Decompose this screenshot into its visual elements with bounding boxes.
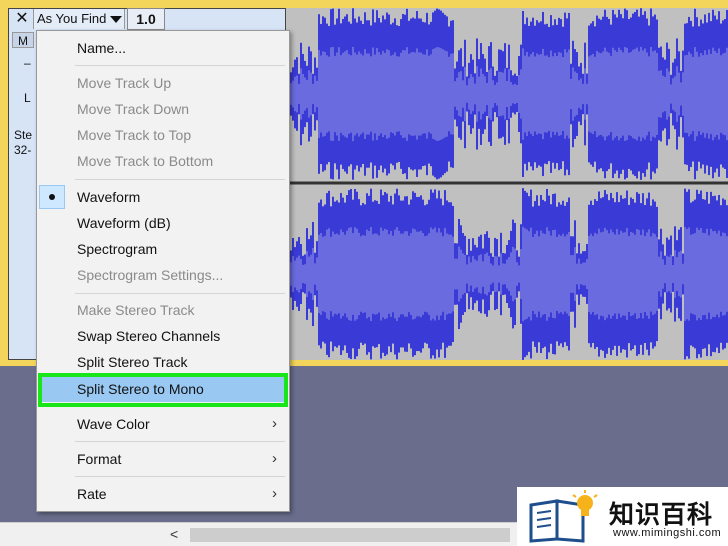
menu-separator [75,65,285,66]
pan-slider[interactable]: L [24,91,31,105]
menu-item-label: Make Stereo Track [77,302,195,318]
track-close-button[interactable]: ✕ [12,9,32,29]
watermark-url: www.mimingshi.com [613,527,722,539]
menu-item-label: Swap Stereo Channels [77,328,221,344]
menu-item-label: Rate [77,486,107,502]
menu-item-spectrogram[interactable]: Spectrogram [37,236,289,262]
menu-item-label: Spectrogram [77,241,158,257]
scrollbar-thumb[interactable] [190,528,510,542]
menu-item-label: Waveform [77,189,141,205]
menu-item-label: Name... [77,40,127,56]
menu-item-spectrogram-settings: Spectrogram Settings... [37,262,289,288]
menu-item-move-track-up: Move Track Up [37,70,289,96]
menu-item-move-track-down: Move Track Down [37,96,289,122]
menu-item-waveform-db[interactable]: Waveform (dB) [37,210,289,236]
menu-separator [75,441,285,442]
menu-item-make-stereo-track: Make Stereo Track [37,297,289,323]
menu-item-wave-color[interactable]: Wave Color › [37,411,289,437]
menu-separator [75,293,285,294]
watermark: 知识百科 www.mimingshi.com [517,487,728,546]
menu-separator [75,179,285,180]
zoom-value: 1.0 [127,8,165,30]
submenu-arrow-icon: › [272,415,277,432]
menu-item-label: Spectrogram Settings... [77,267,224,283]
scroll-left-icon[interactable]: < [170,526,178,542]
menu-item-format[interactable]: Format › [37,446,289,472]
menu-separator [75,406,285,407]
menu-item-rate[interactable]: Rate › [37,481,289,507]
menu-item-swap-stereo-channels[interactable]: Swap Stereo Channels [37,323,289,349]
menu-item-move-track-to-top: Move Track to Top [37,122,289,148]
submenu-arrow-icon: › [272,450,277,467]
waveform-display[interactable] [286,8,728,360]
submenu-arrow-icon: › [272,485,277,502]
track-context-menu: Name... Move Track Up Move Track Down Mo… [36,30,290,512]
gain-slider[interactable]: – [24,56,31,70]
track-name-label: As You Find [37,11,107,26]
menu-item-label: Move Track Up [77,75,172,91]
menu-item-label: Split Stereo Track [77,354,188,370]
mute-button[interactable]: M [12,32,34,48]
track-name-menu-button[interactable]: As You Find [33,9,125,29]
dropdown-arrow-icon [110,16,122,23]
menu-item-label: Move Track to Top [77,127,192,143]
menu-item-label: Move Track Down [77,101,190,117]
menu-item-waveform[interactable]: Waveform [37,184,289,210]
radio-selected-icon [39,185,65,209]
track-info-format: Ste [14,128,33,142]
track-info-bitdepth: 32- [14,143,32,157]
menu-item-label: Waveform (dB) [77,215,171,231]
menu-separator [75,476,285,477]
watermark-title: 知识百科 [609,501,714,529]
menu-item-label: Format [77,451,122,467]
menu-item-split-stereo-track[interactable]: Split Stereo Track [37,349,289,375]
menu-item-split-stereo-to-mono[interactable]: Split Stereo to Mono [39,376,287,402]
menu-item-label: Move Track to Bottom [77,153,214,169]
waveform-graphic [286,8,728,360]
menu-item-label: Wave Color [77,416,150,432]
book-lightbulb-logo-icon [529,490,598,543]
menu-item-move-track-to-bottom: Move Track to Bottom [37,148,289,174]
menu-item-label: Split Stereo to Mono [77,381,204,397]
menu-item-name[interactable]: Name... [37,35,289,61]
